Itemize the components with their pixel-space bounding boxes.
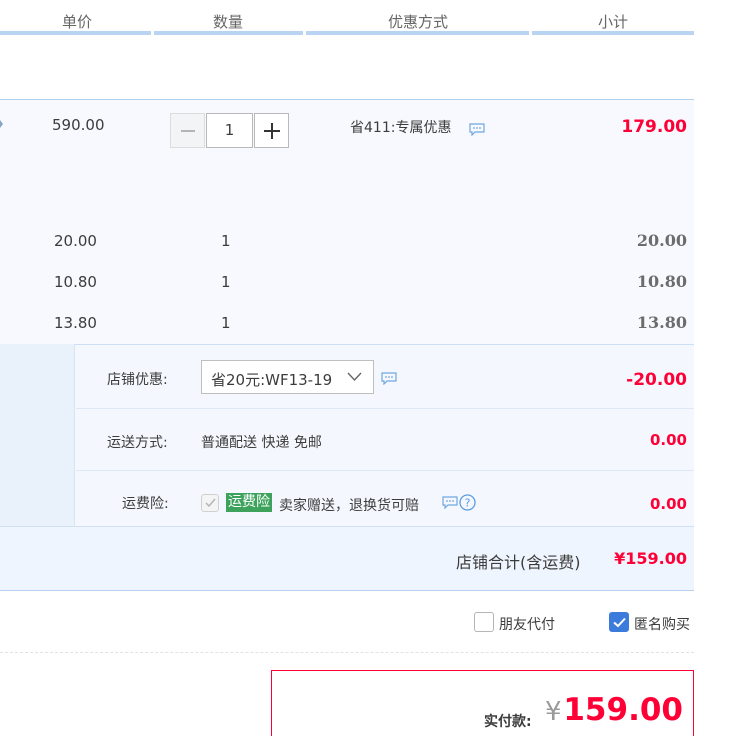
minus-icon xyxy=(181,130,195,132)
sub-item-subtotal: 20.00 xyxy=(636,231,687,250)
col-header-quantity: 数量 xyxy=(213,13,244,31)
payment-label: 实付款: xyxy=(484,714,532,730)
coupon-select-value[interactable]: 省20元:WF13-19 xyxy=(211,369,332,390)
shipping-value: 普通配送 快递 免邮 xyxy=(201,435,322,451)
header-underline xyxy=(532,31,694,35)
shipping-amount: 0.00 xyxy=(649,431,687,449)
chevron-down-icon[interactable] xyxy=(347,372,362,382)
item-arrow-marker xyxy=(0,120,3,128)
sub-item-unit-price: 13.80 xyxy=(54,314,97,332)
insurance-badge: 运费险 xyxy=(226,493,272,512)
payment-currency: ¥ xyxy=(545,697,562,727)
payment-amount: 159.00 xyxy=(563,692,683,728)
chat-icon[interactable] xyxy=(381,372,397,385)
friend-pay-checkbox[interactable] xyxy=(474,612,494,632)
friend-pay-label[interactable]: 朋友代付 xyxy=(499,614,555,634)
quantity-increase-button[interactable] xyxy=(254,113,289,148)
item-subtotal: 179.00 xyxy=(621,117,687,137)
col-header-subtotal: 小计 xyxy=(598,13,629,31)
anonymous-label[interactable]: 匿名购买 xyxy=(634,614,690,634)
coupon-amount: -20.00 xyxy=(626,370,687,390)
col-header-discount: 优惠方式 xyxy=(388,13,449,31)
shop-total-bar xyxy=(0,526,694,591)
divider xyxy=(0,652,694,653)
order-item xyxy=(0,99,694,344)
sub-item-unit-price: 10.80 xyxy=(54,273,97,291)
sub-item-subtotal: 13.80 xyxy=(636,313,687,332)
insurance-amount: 0.00 xyxy=(649,495,687,513)
header-underline xyxy=(306,31,529,35)
row-divider xyxy=(76,408,694,409)
insurance-label: 运费险: xyxy=(122,496,169,512)
sub-item-quantity: 1 xyxy=(221,314,231,332)
sub-item-quantity: 1 xyxy=(221,273,231,291)
shop-total-label: 店铺合计(含运费) xyxy=(456,553,581,572)
item-discount-text: 省411:专属优惠 xyxy=(350,120,452,136)
header-underline xyxy=(0,31,151,35)
insurance-description: 卖家赠送，退换货可赔 xyxy=(279,498,419,514)
chat-icon[interactable] xyxy=(442,496,458,509)
check-icon xyxy=(205,498,216,508)
check-icon xyxy=(613,617,626,628)
shop-total-value: ¥159.00 xyxy=(614,549,687,568)
sub-item-quantity: 1 xyxy=(221,232,231,250)
help-icon[interactable]: ? xyxy=(459,494,476,511)
item-unit-price: 590.00 xyxy=(52,116,105,134)
chat-icon[interactable] xyxy=(469,123,485,136)
anonymous-checkbox[interactable] xyxy=(609,612,629,632)
quantity-input[interactable]: 1 xyxy=(206,113,253,148)
coupon-label: 店铺优惠: xyxy=(107,372,168,388)
svg-text:?: ? xyxy=(465,497,471,510)
insurance-checkbox[interactable] xyxy=(201,494,219,512)
shop-section-left-panel xyxy=(0,344,75,526)
header-underline xyxy=(154,31,303,35)
sub-item-subtotal: 10.80 xyxy=(636,272,687,291)
quantity-decrease-button[interactable] xyxy=(170,113,205,148)
shipping-label: 运送方式: xyxy=(107,435,168,451)
col-header-unit-price: 单价 xyxy=(62,13,93,31)
row-divider xyxy=(76,470,694,471)
sub-item-unit-price: 20.00 xyxy=(54,232,97,250)
